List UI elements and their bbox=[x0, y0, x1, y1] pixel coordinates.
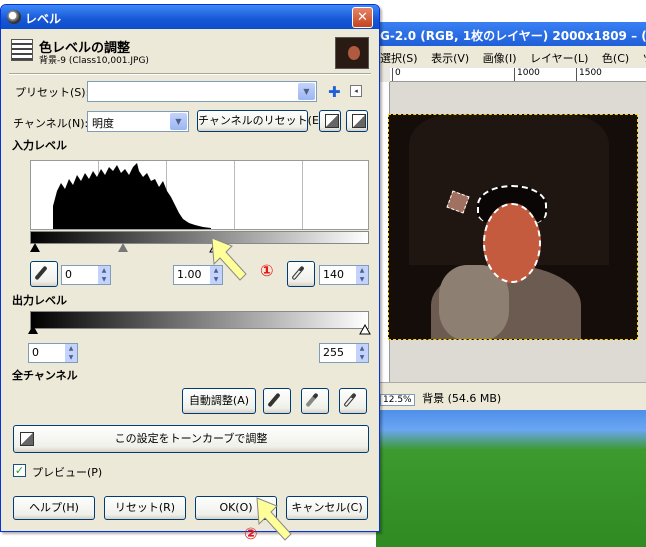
status-text: 背景 (54.6 MB) bbox=[422, 392, 502, 405]
preview-checkbox[interactable]: ✓ bbox=[13, 464, 26, 477]
eyedropper-white-icon bbox=[343, 392, 357, 408]
spin-arrows-icon[interactable]: ▲ ▼ bbox=[356, 344, 368, 362]
zoom-select[interactable]: 12.5% bbox=[380, 394, 415, 406]
auto-adjust-button[interactable]: 自動調整(A) bbox=[182, 388, 256, 414]
levels-dialog: レベル ✕ 色レベルの調整 背景-9 (Class10,001.JPG) プリセ… bbox=[0, 4, 380, 532]
photo-face-selection bbox=[483, 203, 541, 283]
annotation-number-1: ① bbox=[260, 261, 274, 280]
eyedropper-black-icon bbox=[34, 265, 48, 281]
input-gamma-handle[interactable] bbox=[118, 243, 128, 252]
output-low-value: 0 bbox=[32, 346, 39, 359]
channel-combo[interactable]: 明度 ▼ bbox=[87, 111, 189, 132]
reset-channel-button[interactable]: チャンネルのリセット(E) bbox=[197, 110, 323, 132]
input-low-handle[interactable] bbox=[30, 243, 40, 252]
output-low-handle[interactable] bbox=[28, 325, 38, 334]
image-thumbnail bbox=[335, 37, 369, 69]
pick-black-button[interactable] bbox=[30, 261, 58, 287]
menu-image[interactable]: 画像(I) bbox=[483, 52, 517, 65]
eyedropper-gray-icon bbox=[305, 392, 319, 408]
output-low-spin[interactable]: 0 ▲ ▼ bbox=[28, 343, 78, 363]
help-button[interactable]: ヘルプ(H) bbox=[13, 496, 95, 520]
log-histogram-button[interactable] bbox=[346, 110, 368, 132]
screen: G-2.0 (RGB, 1枚のレイヤー) 2000x1809 – ( 選択(S)… bbox=[0, 0, 646, 547]
histogram-graph bbox=[53, 163, 211, 229]
desktop-wallpaper bbox=[376, 410, 646, 547]
channel-value: 明度 bbox=[92, 117, 114, 130]
levels-icon bbox=[11, 39, 33, 61]
reset-button[interactable]: リセット(R) bbox=[104, 496, 186, 520]
menu-select[interactable]: 選択(S) bbox=[380, 52, 418, 65]
input-low-value: 0 bbox=[65, 268, 72, 281]
channel-label: チャンネル(N): bbox=[13, 117, 89, 130]
chevron-down-icon[interactable]: ▼ bbox=[170, 113, 187, 130]
all-channels-heading: 全チャンネル bbox=[12, 369, 78, 382]
spin-arrows-icon[interactable]: ▲ ▼ bbox=[65, 344, 77, 362]
output-high-value: 255 bbox=[323, 346, 344, 359]
annotation-number-2: ② bbox=[244, 524, 258, 543]
dialog-titlebar[interactable]: レベル ✕ bbox=[1, 5, 379, 29]
input-gamma-value: 1.00 bbox=[177, 268, 202, 281]
histogram bbox=[30, 160, 369, 230]
pick-gray-all-button[interactable] bbox=[301, 388, 329, 414]
add-preset-icon[interactable]: ✚ bbox=[328, 85, 341, 100]
gimp-icon bbox=[7, 10, 21, 24]
preset-menu-icon[interactable]: ◂ bbox=[350, 85, 362, 97]
linear-histogram-icon bbox=[325, 114, 339, 128]
curves-label: この設定をトーンカーブで調整 bbox=[114, 432, 268, 445]
eyedropper-black-icon bbox=[267, 392, 281, 408]
chevron-down-icon[interactable]: ▼ bbox=[298, 83, 315, 100]
annotation-arrow-icon bbox=[211, 237, 247, 281]
linear-histogram-button[interactable] bbox=[319, 110, 341, 132]
ruler-tick: 1000 bbox=[514, 68, 540, 81]
pick-white-all-button[interactable] bbox=[339, 388, 367, 414]
image-menubar: 選択(S) 表示(V) 画像(I) レイヤー(L) 色(C) ツ bbox=[376, 46, 646, 66]
pick-black-all-button[interactable] bbox=[263, 388, 291, 414]
divider bbox=[9, 73, 371, 75]
ruler-tick: 1500 bbox=[576, 68, 602, 81]
dialog-title: レベル bbox=[25, 12, 62, 26]
ruler-tick: 0 bbox=[392, 68, 401, 81]
edit-as-curves-button[interactable]: この設定をトーンカーブで調整 bbox=[13, 425, 369, 453]
header-subtitle: 背景-9 (Class10,001.JPG) bbox=[39, 56, 149, 66]
status-bar: 12.5% 背景 (54.6 MB) bbox=[376, 386, 646, 410]
menu-view[interactable]: 表示(V) bbox=[431, 52, 469, 65]
preset-combo[interactable]: ▼ bbox=[87, 81, 317, 102]
spin-arrows-icon[interactable]: ▲ ▼ bbox=[356, 266, 368, 284]
menu-color[interactable]: 色(C) bbox=[602, 52, 629, 65]
close-button[interactable]: ✕ bbox=[352, 7, 373, 28]
image-window-title: G-2.0 (RGB, 1枚のレイヤー) 2000x1809 – ( bbox=[376, 22, 646, 46]
input-levels-heading: 入力レベル bbox=[12, 139, 67, 152]
preview-label: プレビュー(P) bbox=[32, 466, 103, 479]
eyedropper-white-icon bbox=[291, 265, 305, 281]
output-levels-heading: 出力レベル bbox=[12, 294, 67, 307]
output-gradient bbox=[30, 311, 369, 329]
dialog-header: 色レベルの調整 背景-9 (Class10,001.JPG) bbox=[9, 35, 371, 75]
output-high-spin[interactable]: 255 ▲ ▼ bbox=[319, 343, 369, 363]
output-high-handle[interactable] bbox=[359, 324, 371, 335]
input-low-spin[interactable]: 0 ▲ ▼ bbox=[61, 265, 111, 285]
pick-white-button[interactable] bbox=[287, 261, 315, 287]
menu-layer[interactable]: レイヤー(L) bbox=[530, 52, 588, 65]
spin-arrows-icon[interactable]: ▲ ▼ bbox=[98, 266, 110, 284]
photo-canvas[interactable] bbox=[388, 114, 638, 340]
log-histogram-icon bbox=[352, 114, 366, 128]
input-high-value: 140 bbox=[323, 268, 344, 281]
input-high-spin[interactable]: 140 ▲ ▼ bbox=[319, 265, 369, 285]
input-gradient bbox=[30, 231, 369, 244]
annotation-arrow-icon bbox=[256, 497, 292, 541]
horizontal-ruler: 0 1000 1500 bbox=[390, 68, 646, 82]
preset-label: プリセット(S): bbox=[15, 86, 90, 99]
curves-icon bbox=[20, 432, 34, 446]
